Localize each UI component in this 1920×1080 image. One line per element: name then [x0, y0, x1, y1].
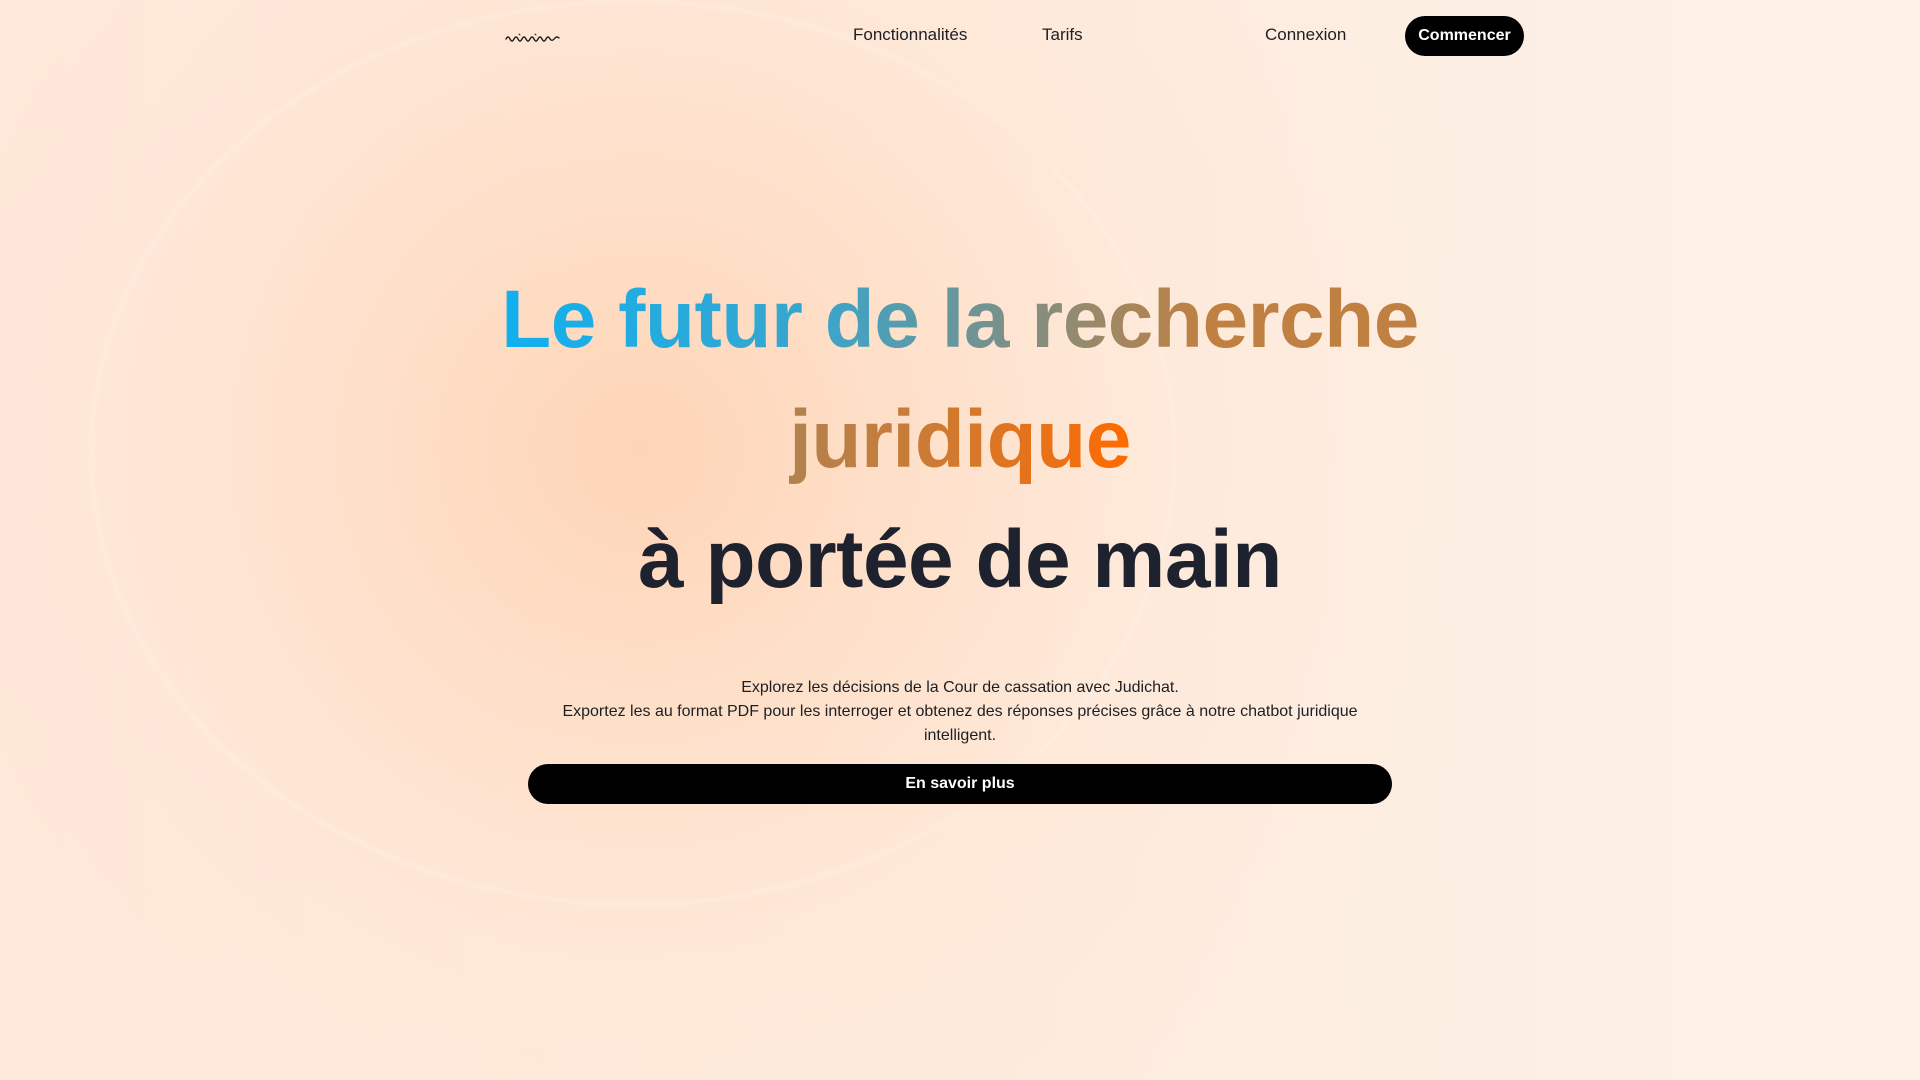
description-line-2: Exportez les au format PDF pour les inte…: [562, 703, 1358, 744]
description-line-1: Explorez les décisions de la Cour de cas…: [741, 679, 1179, 696]
nav-features-link[interactable]: Fonctionnalités: [853, 25, 967, 45]
signature-logo-icon[interactable]: [505, 30, 563, 44]
top-navigation: Fonctionnalités Tarifs Connexion Commenc…: [0, 0, 1920, 72]
hero-section: Le futur de la recherche juridique à por…: [0, 260, 1920, 620]
login-link[interactable]: Connexion: [1265, 25, 1346, 45]
hero-title-line1: Le futur de la recherche: [501, 274, 1419, 365]
hero-title: Le futur de la recherche juridique à por…: [0, 260, 1920, 620]
nav-pricing-link[interactable]: Tarifs: [1042, 25, 1083, 45]
start-button[interactable]: Commencer: [1405, 16, 1524, 56]
hero-title-line2: juridique: [789, 394, 1131, 485]
learn-more-button[interactable]: En savoir plus: [528, 764, 1392, 804]
hero-description: Explorez les décisions de la Cour de cas…: [560, 676, 1360, 748]
hero-title-line3: à portée de main: [638, 514, 1282, 605]
